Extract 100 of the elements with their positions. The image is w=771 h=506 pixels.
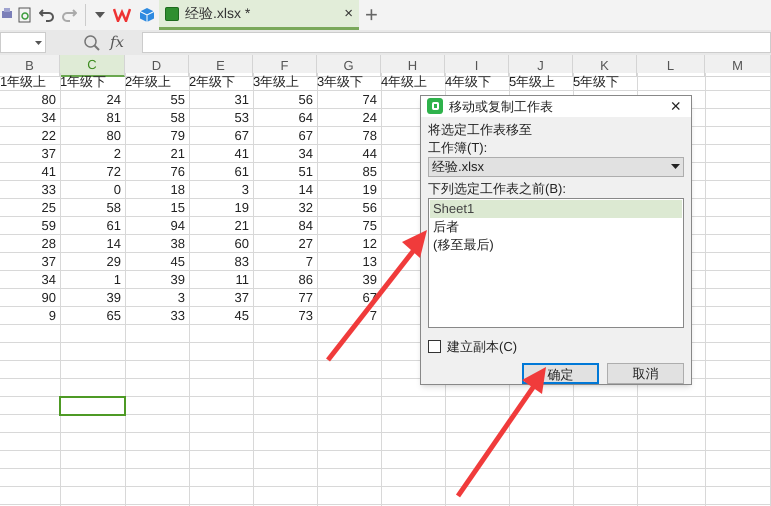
table-cell: 34 [42,272,56,287]
cell-cursor [59,396,126,416]
table-cell: 79 [170,128,185,143]
sheet-list-item[interactable]: Sheet1 [430,200,682,218]
table-cell: 83 [234,254,249,269]
workbook-label: 工作簿(T): [428,138,488,156]
function-label[interactable]: fx [110,31,140,54]
header-cell-text: 5年级下 [573,74,620,89]
copy-checkbox[interactable] [428,340,441,353]
formula-input[interactable] [142,32,771,53]
table-cell: 21 [234,218,249,233]
dropdown-caret-icon [671,164,680,169]
table-cell: 0 [114,182,121,197]
file-tab[interactable]: 经验.xlsx * × [159,0,359,30]
table-cell: 44 [362,146,377,161]
table-cell: 59 [42,218,56,233]
header-cell-text: 5年级上 [509,74,556,89]
table-cell: 14 [298,182,313,197]
table-cell: 64 [298,110,313,125]
table-cell: 15 [170,200,185,215]
table-cell: 80 [42,92,56,107]
header-cell-text: 4年级上 [381,74,428,89]
table-cell: 39 [106,290,121,305]
move-label: 将选定工作表移至 [428,120,533,138]
table-cell: 65 [106,308,121,323]
sheet-list-item[interactable]: 后者 [430,218,682,236]
table-cell: 80 [106,128,121,143]
table-cell: 38 [170,236,185,251]
table-cell: 55 [170,92,185,107]
table-cell: 27 [298,236,313,251]
table-cell: 74 [362,92,377,107]
table-cell: 19 [362,182,377,197]
table-cell: 61 [234,164,249,179]
table-cell: 33 [170,308,185,323]
column-header[interactable]: K [573,55,637,76]
table-cell: 1 [114,272,121,287]
table-cell: 78 [362,128,377,143]
column-header[interactable]: G [317,55,381,76]
table-cell: 41 [234,146,249,161]
sheet-list-label: 下列选定工作表之前(B): [428,180,567,198]
table-cell: 53 [234,110,249,125]
table-cell: 12 [362,236,377,251]
table-cell: 51 [298,164,313,179]
column-header[interactable]: E [189,55,253,76]
table-cell: 14 [106,236,121,251]
workbook-select[interactable]: 经验.xlsx [428,156,684,176]
column-header[interactable]: I [445,55,509,76]
table-cell: 3 [178,290,185,305]
copy-checkbox-label: 建立副本(C) [447,338,518,356]
table-cell: 34 [42,110,56,125]
header-cell-text: 2年级上 [125,74,172,89]
table-cell: 60 [234,236,249,251]
column-header[interactable]: H [381,55,445,76]
table-cell: 94 [170,218,185,233]
table-cell: 84 [298,218,313,233]
table-cell: 37 [42,254,56,269]
column-header[interactable]: L [637,55,705,76]
table-cell: 75 [362,218,377,233]
header-cell-text: 3年级上 [253,74,300,89]
close-tab-button[interactable]: × [344,6,353,21]
table-cell: 45 [234,308,249,323]
table-cell: 58 [106,200,121,215]
table-cell: 22 [42,128,56,143]
table-cell: 28 [42,236,56,251]
column-header[interactable]: J [509,55,573,76]
table-cell: 67 [298,128,313,143]
table-cell: 56 [298,92,313,107]
header-cell-text: 4年级下 [445,74,492,89]
table-cell: 56 [362,200,377,215]
table-cell: 25 [42,200,56,215]
table-cell: 18 [170,182,185,197]
table-cell: 2 [114,146,121,161]
table-cell: 86 [298,272,313,287]
table-cell: 85 [362,164,377,179]
tab-title: 经验.xlsx * [185,4,252,23]
search-icon[interactable] [84,34,100,50]
header-cell-text: 1年级上 [0,74,46,89]
table-cell: 37 [42,146,56,161]
table-cell: 7 [306,254,313,269]
sheet-list-item[interactable]: (移至最后) [430,236,682,254]
table-cell: 90 [42,290,56,305]
table-cell: 29 [106,254,121,269]
column-header[interactable]: D [125,55,189,76]
close-button[interactable]: × [666,97,685,116]
table-cell: 41 [42,164,56,179]
table-cell: 45 [170,254,185,269]
table-cell: 13 [362,254,377,269]
table-cell: 19 [234,200,249,215]
table-cell: 31 [234,92,249,107]
table-cell: 39 [170,272,185,287]
column-header[interactable]: F [253,55,317,76]
table-cell: 76 [170,164,185,179]
table-cell: 67 [234,128,249,143]
dialog-button[interactable]: 取消 [607,363,684,384]
table-cell: 72 [106,164,121,179]
column-header[interactable]: M [705,55,771,76]
spreadsheet-file-icon [165,6,179,20]
column-header[interactable]: C [60,55,125,76]
table-cell: 34 [298,146,313,161]
new-tab-button[interactable]: + [365,4,378,26]
